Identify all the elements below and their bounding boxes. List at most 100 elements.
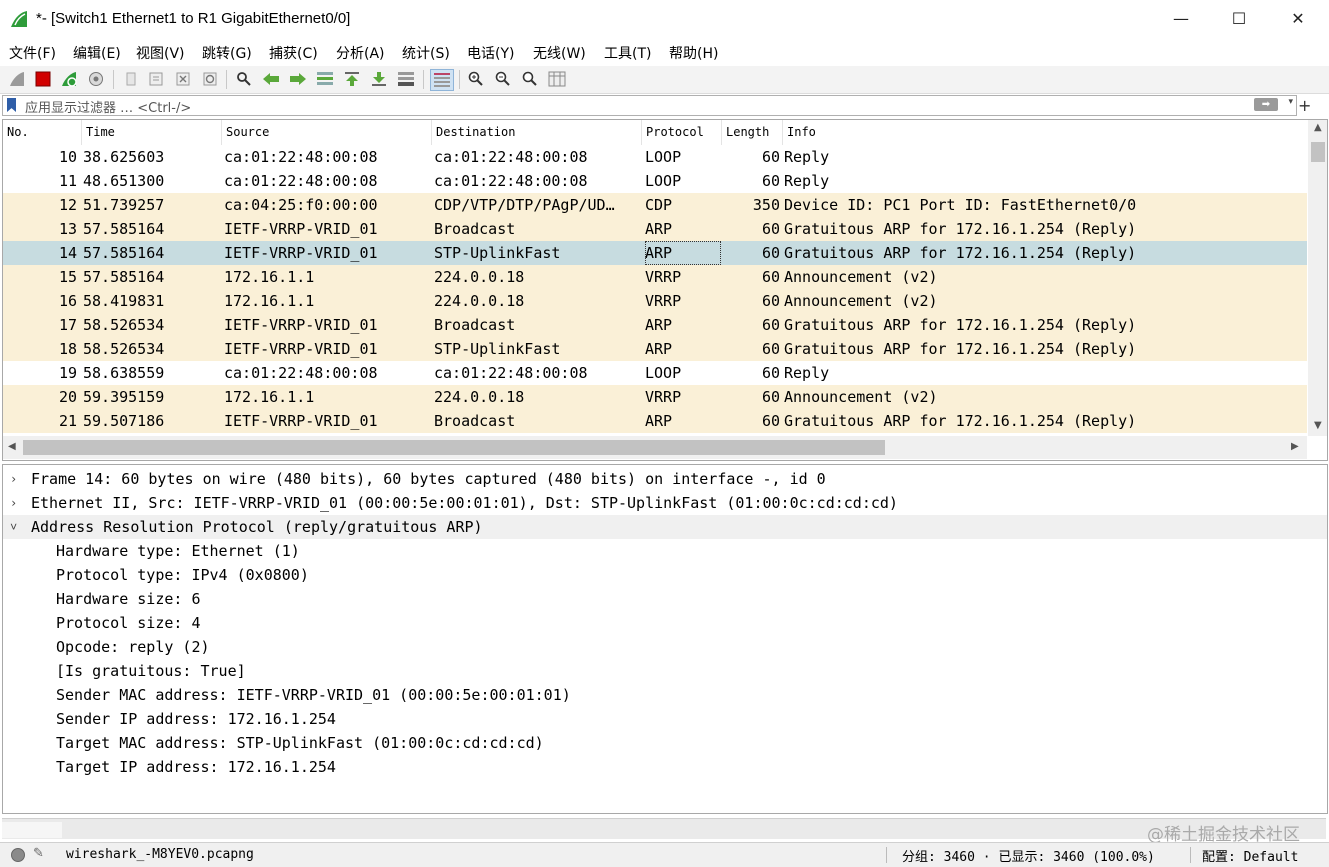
packet-cell-time: 59.507186 <box>83 412 165 430</box>
detail-tree-node[interactable]: › Ethernet II, Src: IETF-VRRP-VRID_01 (00… <box>3 491 1327 515</box>
add-filter-button[interactable]: + <box>1298 96 1311 115</box>
autoscroll-icon[interactable] <box>396 69 416 89</box>
packet-cell-time: 38.625603 <box>83 148 165 166</box>
detail-tree-field[interactable]: [Is gratuitous: True] <box>3 659 1327 683</box>
go-forward-icon[interactable] <box>288 69 308 89</box>
shark-fin-start-icon[interactable] <box>7 69 27 89</box>
zoom-normal-icon[interactable] <box>520 69 540 89</box>
apply-filter-arrow-icon[interactable]: ➡ <box>1254 98 1278 111</box>
bytes-hscroll-thumb[interactable] <box>2 822 62 838</box>
zoom-out-icon[interactable] <box>493 69 513 89</box>
menu-go[interactable]: 跳转(G) <box>202 43 252 63</box>
vscroll-thumb[interactable] <box>1311 142 1325 162</box>
packet-bytes-pane[interactable] <box>2 818 1326 839</box>
packet-cell-time: 58.526534 <box>83 340 165 358</box>
menu-help[interactable]: 帮助(H) <box>669 43 718 63</box>
go-first-icon[interactable] <box>342 69 362 89</box>
packet-row[interactable]: 14 57.585164 IETF-VRRP-VRID_01 STP-UplinkFa… <box>3 241 1307 265</box>
detail-text: Sender IP address: 172.16.1.254 <box>56 710 336 728</box>
menu-file[interactable]: 文件(F) <box>9 43 56 63</box>
packet-row[interactable]: 21 59.507186 IETF-VRRP-VRID_01 Broadcast ARP… <box>3 409 1307 433</box>
restart-icon[interactable] <box>59 69 79 89</box>
packet-row[interactable]: 10 38.625603 ca:01:22:48:00:08 ca:01:22:48:… <box>3 145 1307 169</box>
profile-selector[interactable]: 配置: Default <box>1202 846 1298 865</box>
packet-row[interactable]: 15 57.585164 172.16.1.1 224.0.0.18 VRRP 60 Ann… <box>3 265 1307 289</box>
go-to-packet-icon[interactable] <box>315 69 335 89</box>
packet-cell-no: 15 <box>58 268 77 286</box>
packet-cell-no: 16 <box>58 292 77 310</box>
stop-icon[interactable] <box>33 69 53 89</box>
detail-tree-node[interactable]: ˅ Address Resolution Protocol (reply/grat… <box>3 515 1327 539</box>
expand-arrow-icon[interactable]: › <box>10 491 17 515</box>
save-file-icon[interactable] <box>146 69 166 89</box>
menu-edit[interactable]: 编辑(E) <box>73 43 121 63</box>
menu-capture[interactable]: 捕获(C) <box>269 43 318 63</box>
filter-history-dropdown-icon[interactable]: ▾ <box>1288 97 1293 107</box>
reload-icon[interactable] <box>200 69 220 89</box>
packet-list-vscrollbar[interactable]: ▲ ▼ <box>1308 120 1327 436</box>
packet-row[interactable]: 18 58.526534 IETF-VRRP-VRID_01 STP-UplinkFa… <box>3 337 1307 361</box>
detail-tree-field[interactable]: Protocol size: 4 <box>3 611 1327 635</box>
column-header-no[interactable]: No. <box>7 125 29 139</box>
display-filter-input[interactable]: 应用显示过滤器 … <Ctrl-/> ➡ ▾ <box>2 95 1297 116</box>
packet-row[interactable]: 16 58.419831 172.16.1.1 224.0.0.18 VRRP 60 Ann… <box>3 289 1307 313</box>
detail-tree-field[interactable]: Sender IP address: 172.16.1.254 <box>3 707 1327 731</box>
bookmark-icon[interactable] <box>7 98 16 112</box>
resize-columns-icon[interactable] <box>547 69 567 89</box>
capture-comment-icon[interactable]: ✎ <box>33 846 44 861</box>
go-last-icon[interactable] <box>369 69 389 89</box>
detail-tree-field[interactable]: Target MAC address: STP-UplinkFast (01:0… <box>3 731 1327 755</box>
packet-cell-time: 58.419831 <box>83 292 165 310</box>
menu-statistics[interactable]: 统计(S) <box>402 43 450 63</box>
menu-view[interactable]: 视图(V) <box>136 43 185 63</box>
detail-tree-field[interactable]: Sender MAC address: IETF-VRRP-VRID_01 (0… <box>3 683 1327 707</box>
packet-cell-no: 10 <box>58 148 77 166</box>
collapse-arrow-icon[interactable]: ˅ <box>10 515 17 539</box>
packet-row[interactable]: 17 58.526534 IETF-VRRP-VRID_01 Broadcast ARP… <box>3 313 1307 337</box>
detail-tree-node[interactable]: › Frame 14: 60 bytes on wire (480 bits), … <box>3 467 1327 491</box>
detail-tree-field[interactable]: Opcode: reply (2) <box>3 635 1327 659</box>
column-header-length[interactable]: Length <box>726 125 769 139</box>
find-icon[interactable] <box>234 69 254 89</box>
detail-text: Protocol size: 4 <box>56 614 201 632</box>
colorize-icon[interactable] <box>430 69 454 91</box>
menu-tools[interactable]: 工具(T) <box>604 43 651 63</box>
scroll-left-arrow-icon[interactable]: ◀ <box>8 441 16 452</box>
scroll-up-arrow-icon[interactable]: ▲ <box>1314 122 1322 133</box>
column-header-destination[interactable]: Destination <box>436 125 515 139</box>
detail-tree-field[interactable]: Target IP address: 172.16.1.254 <box>3 755 1327 779</box>
packet-row[interactable]: 19 58.638559 ca:01:22:48:00:08 ca:01:22:48:… <box>3 361 1307 385</box>
options-gear-icon[interactable] <box>86 69 106 89</box>
column-header-info[interactable]: Info <box>787 125 816 139</box>
detail-tree-field[interactable]: Protocol type: IPv4 (0x0800) <box>3 563 1327 587</box>
detail-tree-field[interactable]: Hardware size: 6 <box>3 587 1327 611</box>
close-button[interactable]: ✕ <box>1269 0 1327 38</box>
minimize-button[interactable]: — <box>1152 0 1210 38</box>
open-file-icon[interactable] <box>120 69 140 89</box>
packet-cell-src: IETF-VRRP-VRID_01 <box>224 316 378 334</box>
menu-telephony[interactable]: 电话(Y) <box>467 43 514 63</box>
expert-info-led-icon[interactable] <box>11 848 25 862</box>
menu-wireless[interactable]: 无线(W) <box>533 43 586 63</box>
close-file-icon[interactable] <box>173 69 193 89</box>
column-header-protocol[interactable]: Protocol <box>646 125 704 139</box>
packet-row[interactable]: 20 59.395159 172.16.1.1 224.0.0.18 VRRP 60 Ann… <box>3 385 1307 409</box>
packet-list-hscrollbar[interactable]: ◀ ▶ <box>3 436 1307 459</box>
scroll-right-arrow-icon[interactable]: ▶ <box>1291 441 1299 452</box>
expand-arrow-icon[interactable]: › <box>10 467 17 491</box>
go-back-icon[interactable] <box>261 69 281 89</box>
packet-list[interactable]: No. Time Source Destination Protocol Len… <box>2 119 1328 461</box>
packet-row[interactable]: 13 57.585164 IETF-VRRP-VRID_01 Broadcast ARP… <box>3 217 1307 241</box>
packet-row[interactable]: 11 48.651300 ca:01:22:48:00:08 ca:01:22:48:… <box>3 169 1307 193</box>
packet-row[interactable]: 12 51.739257 ca:04:25:f0:00:00 CDP/VTP/DTP/… <box>3 193 1307 217</box>
hscroll-thumb[interactable] <box>23 440 885 455</box>
zoom-in-icon[interactable] <box>466 69 486 89</box>
column-header-source[interactable]: Source <box>226 125 269 139</box>
column-header-time[interactable]: Time <box>86 125 115 139</box>
detail-tree-field[interactable]: Hardware type: Ethernet (1) <box>3 539 1327 563</box>
scroll-down-arrow-icon[interactable]: ▼ <box>1314 420 1322 431</box>
menu-analyze[interactable]: 分析(A) <box>336 43 385 63</box>
packet-details-tree[interactable]: › Frame 14: 60 bytes on wire (480 bits), … <box>2 464 1328 814</box>
maximize-button[interactable]: ☐ <box>1210 0 1268 38</box>
packet-cell-dst: Broadcast <box>434 316 516 334</box>
